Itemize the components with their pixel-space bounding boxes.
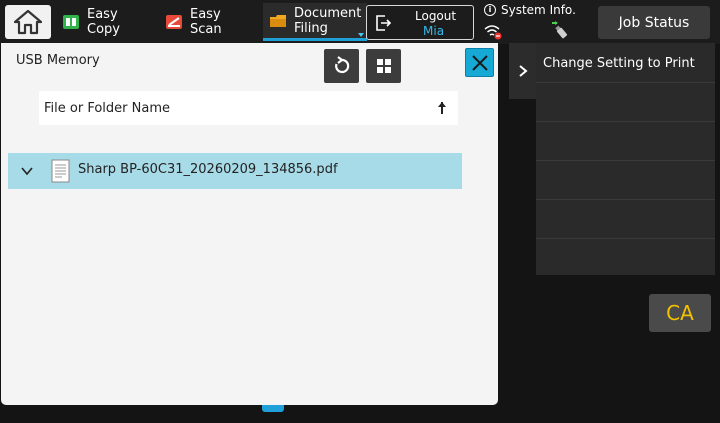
close-button[interactable] [465, 48, 494, 77]
document-filing-button[interactable]: Document Filing [263, 3, 368, 41]
logout-button[interactable]: Logout Mia [366, 5, 474, 40]
easy-copy-label-2: Copy [87, 22, 120, 37]
file-list-item[interactable]: Sharp BP-60C31_20260209_134856.pdf [8, 153, 462, 189]
easy-scan-label-1: Easy [190, 7, 221, 22]
clear-all-button[interactable]: CA [649, 294, 711, 332]
copy-icon [63, 15, 79, 29]
action-side-panel: Change Setting to Print [536, 43, 715, 275]
sort-up-icon [438, 102, 446, 114]
info-icon: i [484, 4, 496, 16]
usb-memory-panel: USB Memory File or Folder Name Sharp BP-… [1, 43, 498, 405]
home-button[interactable] [5, 5, 51, 39]
folder-icon [270, 14, 286, 27]
refresh-button[interactable] [324, 49, 359, 83]
document-filing-label-1: Document [294, 5, 362, 21]
usb-icon [552, 21, 568, 39]
job-status-button[interactable]: Job Status [598, 6, 710, 39]
logout-icon [376, 15, 392, 31]
system-info-label: System Info. [501, 3, 576, 17]
bottom-indicator [262, 405, 284, 412]
easy-copy-button[interactable]: Easy Copy [62, 3, 120, 41]
dropdown-caret-icon [358, 33, 365, 37]
home-icon [13, 9, 43, 35]
expand-side-panel-button[interactable] [509, 43, 536, 99]
change-setting-to-print-button[interactable]: Change Setting to Print [543, 56, 695, 71]
refresh-icon [334, 56, 349, 74]
logged-in-user: Mia [423, 24, 445, 38]
system-info-button[interactable]: i System Info. [484, 3, 576, 17]
wifi-off-icon [484, 25, 502, 40]
close-icon [471, 54, 488, 71]
logout-label: Logout [415, 9, 457, 23]
scan-icon [166, 15, 182, 29]
chevron-down-icon [21, 167, 33, 176]
file-icon [51, 159, 70, 183]
divider [536, 199, 715, 200]
top-bar: Easy Copy Easy Scan Document Filing Logo… [0, 0, 720, 44]
document-filing-label-2: Filing [294, 20, 328, 36]
easy-scan-button[interactable]: Easy Scan [165, 3, 222, 41]
easy-copy-label-1: Easy [87, 7, 118, 22]
grid-icon [376, 59, 391, 73]
grid-view-button[interactable] [366, 49, 401, 83]
divider [536, 82, 715, 83]
file-name: Sharp BP-60C31_20260209_134856.pdf [78, 162, 338, 177]
sort-by-name-header[interactable]: File or Folder Name [39, 91, 458, 125]
chevron-right-icon [518, 65, 528, 77]
divider [536, 238, 715, 239]
panel-title: USB Memory [16, 53, 100, 68]
divider [536, 160, 715, 161]
divider [536, 121, 715, 122]
easy-scan-label-2: Scan [190, 22, 222, 37]
column-header-label: File or Folder Name [44, 100, 170, 116]
